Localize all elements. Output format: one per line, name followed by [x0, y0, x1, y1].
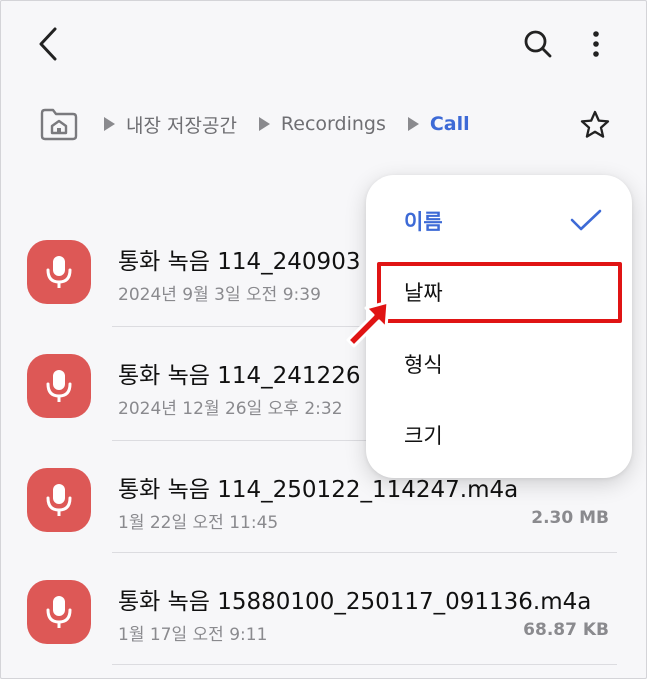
file-date: 2024년 9월 3일 오전 9:39: [118, 285, 321, 305]
microphone-icon: [46, 256, 72, 288]
more-vertical-icon: [593, 31, 599, 57]
menu-item-label: 크기: [404, 424, 443, 448]
chevron-right-icon: [104, 117, 115, 131]
file-date: 2024년 12월 26일 오후 2:32: [118, 399, 343, 419]
pointer-arrow-icon: [346, 300, 390, 348]
audio-file-thumbnail: [27, 240, 91, 304]
home-folder-icon: [40, 108, 78, 141]
sort-option-name[interactable]: 이름: [366, 191, 632, 251]
divider: [112, 664, 617, 665]
chevron-left-icon: [39, 27, 57, 61]
menu-item-label: 이름: [404, 210, 443, 234]
file-size: 2.30 MB: [531, 508, 609, 528]
breadcrumb-item-internal-storage[interactable]: 내장 저장공간: [126, 111, 237, 138]
file-date: 1월 17일 오전 9:11: [118, 625, 268, 645]
file-name: 통화 녹음 15880100_250117_091136.m4a: [118, 589, 592, 615]
breadcrumb-item-call[interactable]: Call: [430, 113, 470, 135]
top-app-bar: [0, 0, 647, 90]
sort-option-type[interactable]: 형식: [366, 334, 632, 394]
home-button[interactable]: [38, 104, 80, 144]
sort-menu: 이름 날짜 형식 크기: [366, 175, 632, 478]
file-name: 통화 녹음 114_240903: [118, 249, 361, 275]
search-button[interactable]: [516, 22, 560, 66]
microphone-icon: [46, 484, 72, 516]
chevron-right-icon: [407, 117, 419, 131]
microphone-icon: [46, 370, 72, 402]
back-button[interactable]: [28, 22, 68, 66]
highlight-box: [377, 262, 622, 323]
breadcrumb-item-recordings[interactable]: Recordings: [281, 113, 386, 135]
file-name: 통화 녹음 114_241226: [118, 363, 361, 389]
audio-file-thumbnail: [27, 580, 91, 644]
search-icon: [524, 30, 552, 58]
breadcrumb: 내장 저장공간 Recordings Call: [38, 102, 470, 146]
menu-item-label: 형식: [404, 353, 443, 377]
favorite-button[interactable]: [575, 105, 615, 145]
file-date: 1월 22일 오전 11:45: [118, 513, 279, 533]
audio-file-thumbnail: [27, 354, 91, 418]
sort-option-size[interactable]: 크기: [366, 405, 632, 465]
list-item[interactable]: 통화 녹음 15880100_250117_091136.m4a 1월 17일 …: [0, 554, 647, 666]
audio-file-thumbnail: [27, 468, 91, 532]
divider: [112, 552, 617, 553]
check-icon: [570, 209, 602, 231]
chevron-right-icon: [258, 117, 270, 131]
star-outline-icon: [580, 110, 610, 138]
microphone-icon: [46, 596, 72, 628]
file-size: 68.87 KB: [523, 620, 609, 640]
more-options-button[interactable]: [576, 22, 616, 66]
